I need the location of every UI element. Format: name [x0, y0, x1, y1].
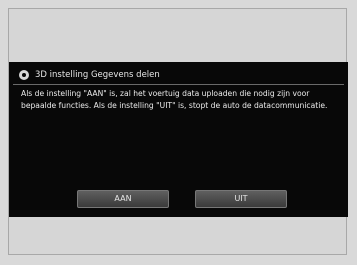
dialog-message: Als de instelling "AAN" is, zal het voer… — [21, 89, 328, 110]
dialog-title: 3D instelling Gegevens delen — [35, 70, 160, 80]
header-divider — [13, 84, 344, 85]
settings-icon — [19, 70, 29, 80]
page-frame: 3D instelling Gegevens delen Als de inst… — [8, 8, 348, 255]
off-button[interactable]: UIT — [195, 190, 287, 208]
car-display-screen: 3D instelling Gegevens delen Als de inst… — [9, 62, 348, 217]
on-button[interactable]: AAN — [77, 190, 169, 208]
dialog-header: 3D instelling Gegevens delen — [19, 68, 160, 82]
